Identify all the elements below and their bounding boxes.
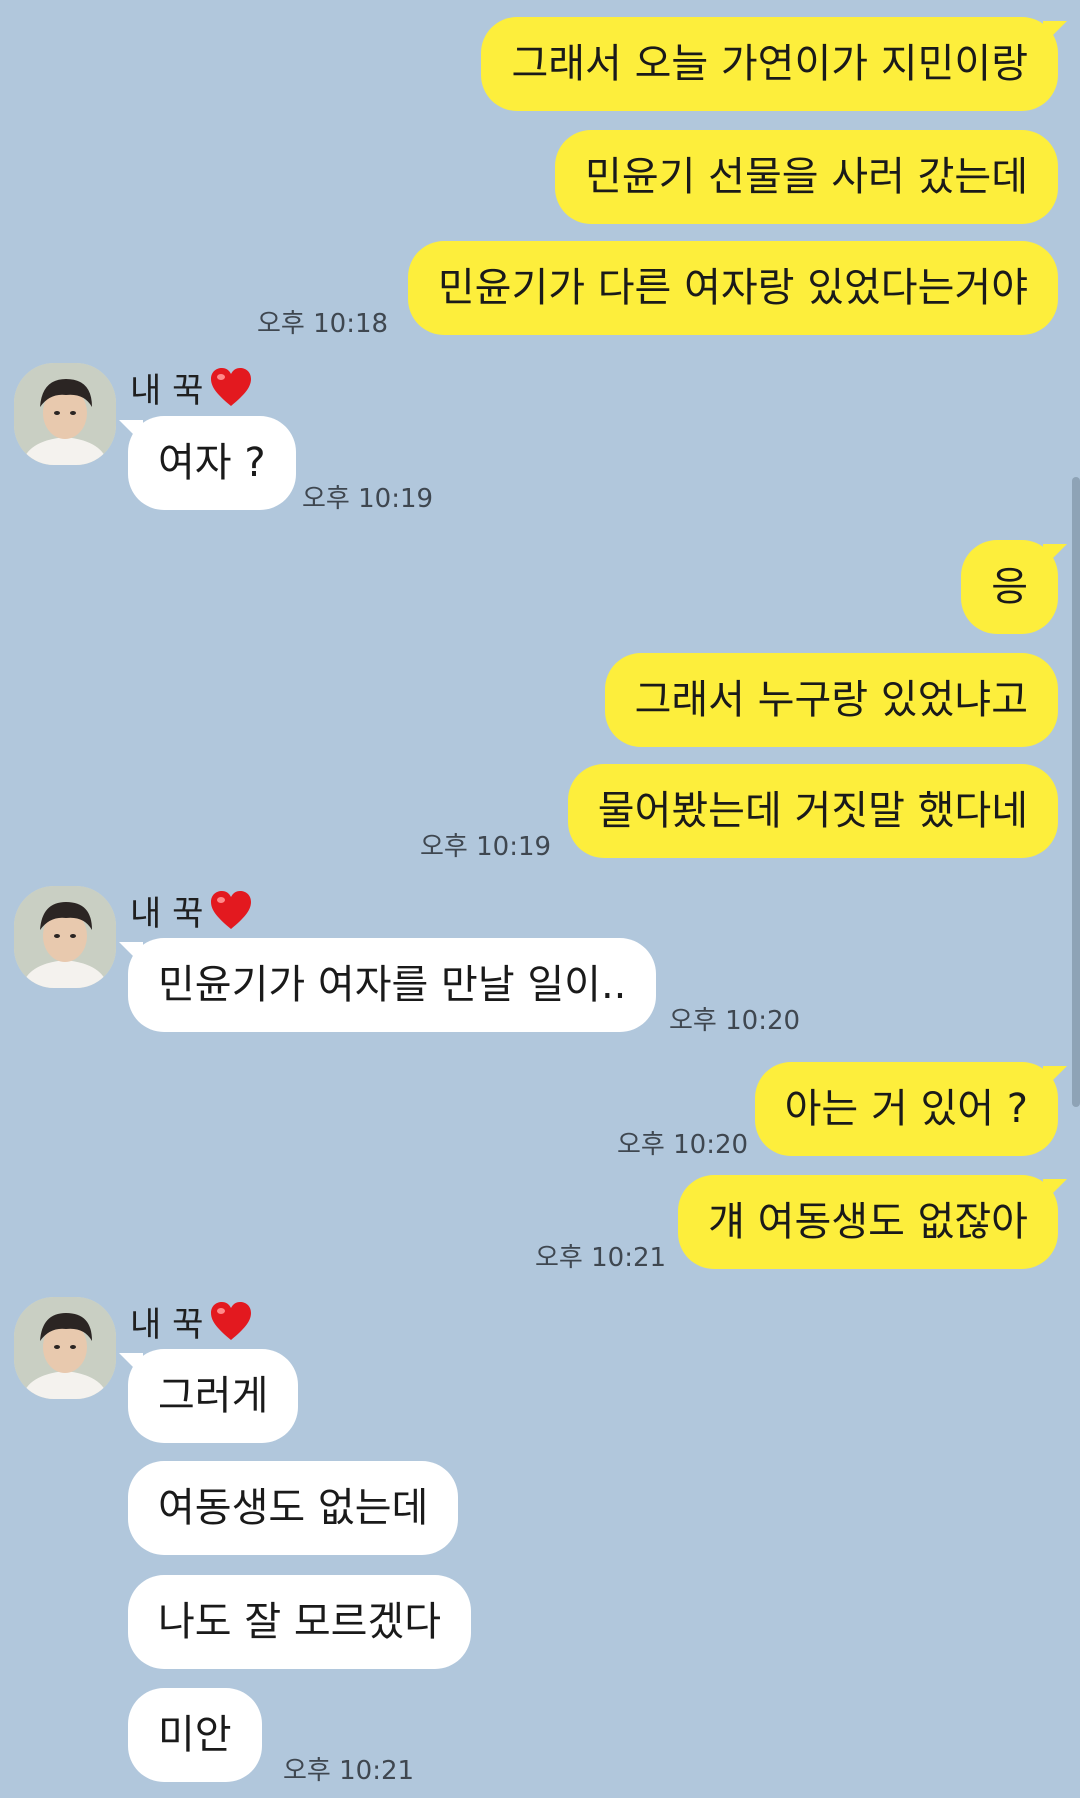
their-message-bubble[interactable]: 여자 ? — [119, 416, 296, 510]
contact-avatar[interactable] — [14, 886, 116, 988]
contact-name: 내 꾹 — [130, 886, 253, 935]
heart-icon — [211, 367, 252, 406]
heart-icon — [211, 890, 252, 929]
my-message-bubble[interactable]: 민윤기가 다른 여자랑 있었다는거야 — [407, 241, 1058, 335]
profile-photo-icon — [14, 886, 116, 988]
profile-photo-icon — [14, 1297, 116, 1399]
their-message-bubble[interactable]: 그러게 — [118, 1349, 299, 1443]
their-message-bubble[interactable]: 나도 잘 모르겠다 — [128, 1575, 472, 1669]
message-timestamp: 오후 10:20 — [669, 1006, 801, 1036]
my-message-bubble[interactable]: 그래서 누구랑 있었냐고 — [604, 653, 1058, 747]
their-message-bubble[interactable]: 여동생도 없는데 — [128, 1461, 459, 1555]
contact-avatar[interactable] — [14, 1297, 116, 1399]
profile-photo-icon — [14, 363, 116, 465]
their-message-bubble[interactable]: 민윤기가 여자를 만날 일이.. — [118, 938, 657, 1032]
contact-name: 내 꾹 — [130, 363, 253, 412]
their-message-bubble[interactable]: 미안 — [128, 1688, 262, 1782]
message-timestamp: 오후 10:21 — [535, 1243, 667, 1273]
my-message-bubble[interactable]: 민윤기 선물을 사러 갔는데 — [555, 130, 1058, 224]
my-message-bubble[interactable]: 그래서 오늘 가연이가 지민이랑 — [481, 17, 1067, 111]
my-message-bubble[interactable]: 걔 여동생도 없잖아 — [678, 1175, 1067, 1269]
contact-avatar[interactable] — [14, 363, 116, 465]
message-timestamp: 오후 10:21 — [283, 1756, 415, 1786]
message-timestamp: 오후 10:20 — [617, 1130, 749, 1160]
my-message-bubble[interactable]: 물어봤는데 거짓말 했다네 — [567, 764, 1058, 858]
my-message-bubble[interactable]: 아는 거 있어 ? — [754, 1062, 1068, 1156]
chat-area[interactable]: 그래서 오늘 가연이가 지민이랑 민윤기 선물을 사러 갔는데 민윤기가 다른 … — [0, 0, 1080, 1798]
message-timestamp: 오후 10:19 — [420, 832, 552, 862]
scrollbar[interactable] — [1072, 477, 1080, 1107]
message-timestamp: 오후 10:18 — [257, 309, 389, 339]
message-timestamp: 오후 10:19 — [302, 484, 434, 514]
my-message-bubble[interactable]: 응 — [961, 540, 1067, 634]
contact-name: 내 꾹 — [130, 1297, 253, 1346]
heart-icon — [211, 1301, 252, 1340]
